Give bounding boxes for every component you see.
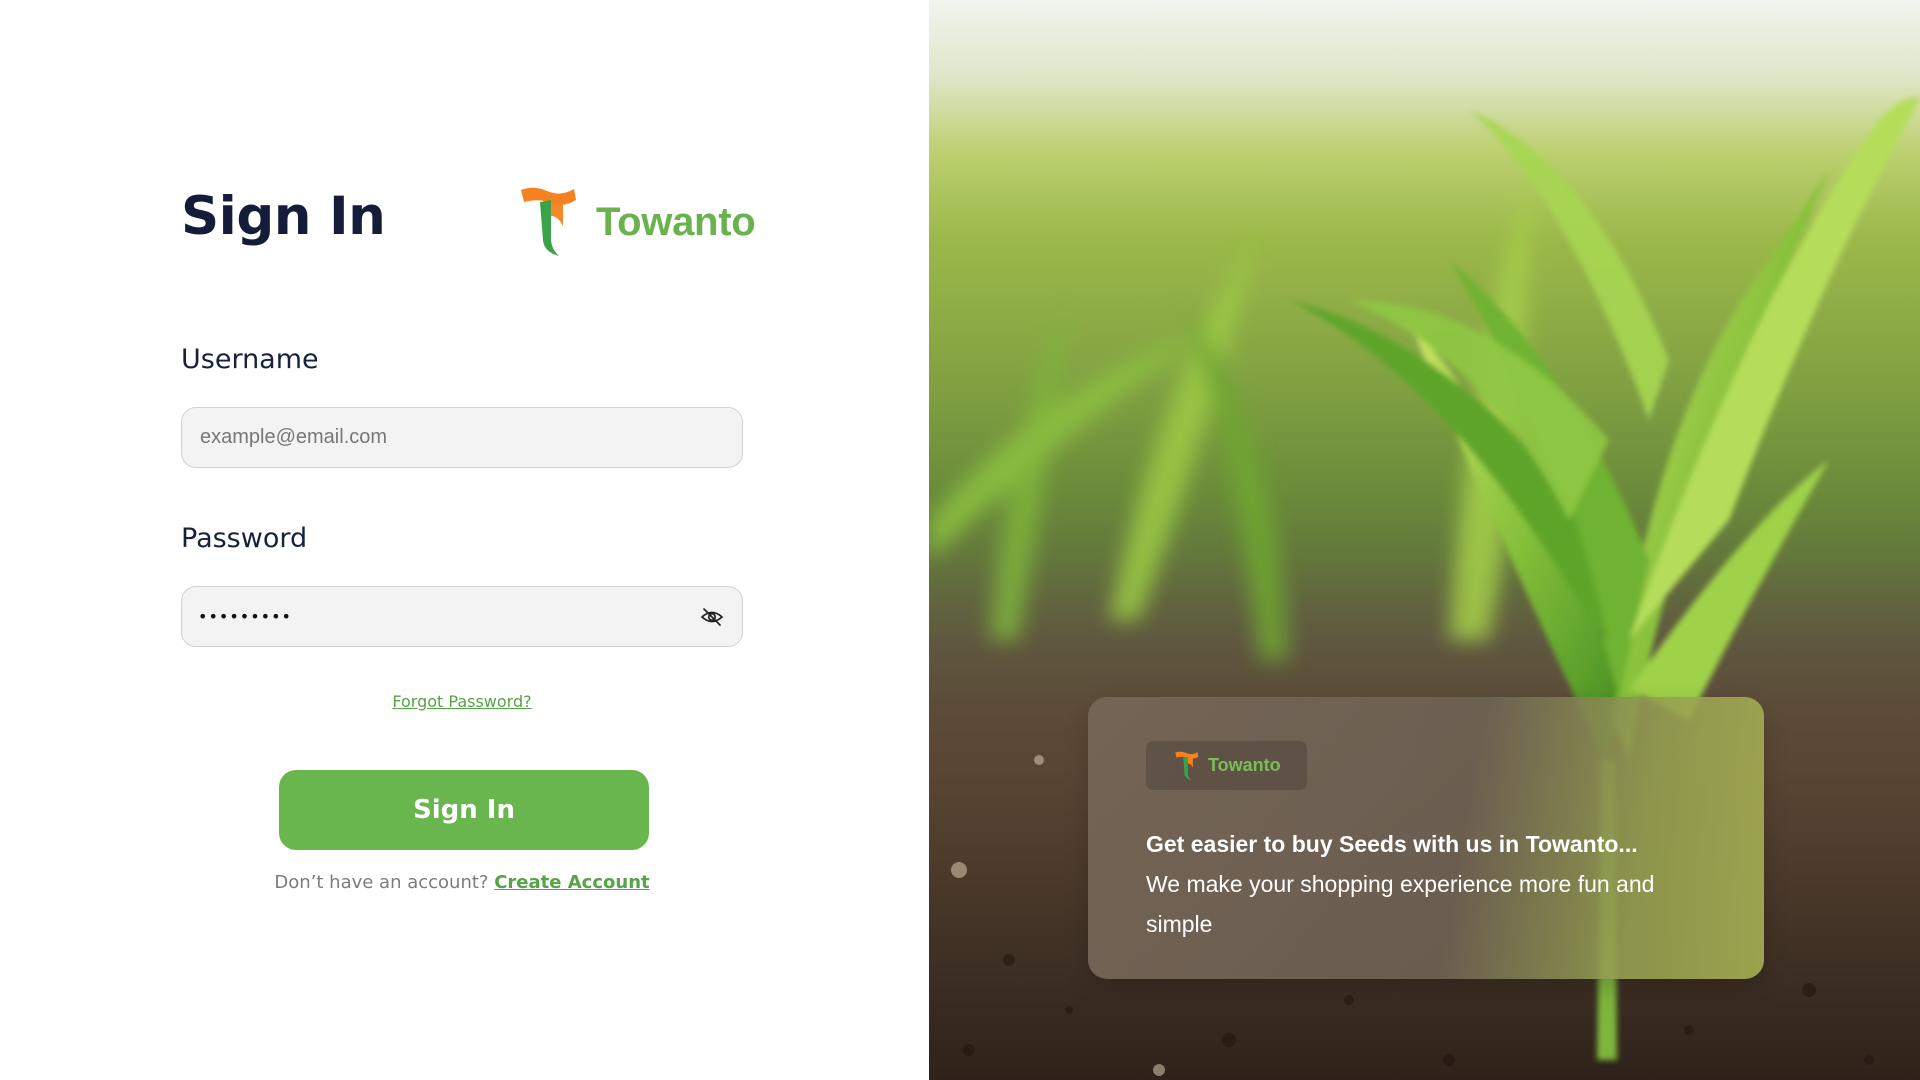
promo-headline: Get easier to buy Seeds with us in Towan… (1146, 831, 1638, 857)
username-label: Username (181, 344, 319, 375)
no-account-text: Don’t have an account? (274, 872, 489, 893)
password-field[interactable]: ••••••••• (181, 586, 743, 647)
promo-badge: Towanto (1146, 741, 1307, 790)
towanto-logo-icon (521, 187, 576, 256)
towanto-logo-icon (1175, 751, 1199, 780)
username-field[interactable] (181, 407, 743, 468)
signin-button[interactable]: Sign In (279, 770, 649, 850)
page-title: Sign In (181, 186, 386, 247)
hero-image-panel: Towanto Get easier to buy Seeds with us … (929, 0, 1920, 1080)
password-label: Password (181, 523, 308, 554)
promo-brand-name: Towanto (1208, 755, 1281, 775)
eye-off-icon[interactable] (700, 604, 726, 630)
brand-name: Towanto (596, 199, 756, 244)
username-input[interactable] (198, 407, 726, 468)
forgot-password-link[interactable]: Forgot Password? (181, 692, 743, 711)
password-input[interactable]: ••••••••• (198, 607, 700, 626)
promo-card: Towanto Get easier to buy Seeds with us … (1088, 697, 1764, 979)
signup-prompt: Don’t have an account? Create Account (181, 872, 743, 893)
signin-panel: Sign In Towanto Username Password ••••••… (0, 0, 929, 1080)
brand-logo: Towanto (518, 186, 756, 258)
promo-body: We make your shopping experience more fu… (1146, 871, 1655, 937)
create-account-link[interactable]: Create Account (494, 872, 649, 893)
